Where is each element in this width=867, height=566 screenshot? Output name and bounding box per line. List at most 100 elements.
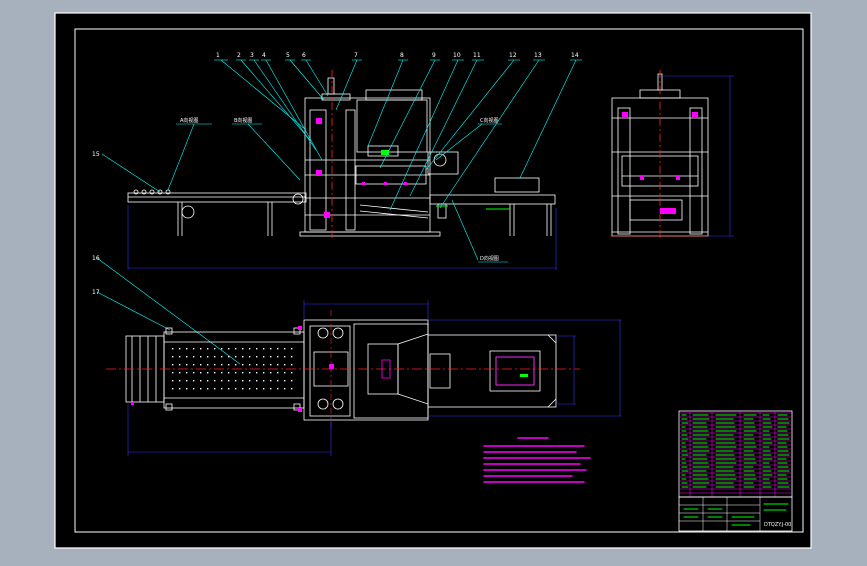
perforation-dot: [214, 364, 216, 366]
perforation-dot: [256, 388, 258, 390]
perforation-dot: [270, 380, 272, 382]
perforation-dot: [263, 388, 265, 390]
perforation-dot: [221, 388, 223, 390]
perforation-dot: [207, 364, 209, 366]
perforation-dot: [172, 364, 174, 366]
perforation-dot: [235, 356, 237, 358]
perforation-dot: [263, 380, 265, 382]
perforation-dot: [186, 372, 188, 374]
perforation-dot: [291, 356, 293, 358]
perforation-dot: [193, 380, 195, 382]
perforation-dot: [228, 372, 230, 374]
perforation-dot: [242, 372, 244, 374]
perforation-dot: [207, 372, 209, 374]
perforation-dot: [249, 388, 251, 390]
perforation-dot: [193, 388, 195, 390]
perforation-dot: [193, 356, 195, 358]
perforation-dot: [214, 388, 216, 390]
perforation-dot: [186, 364, 188, 366]
perforation-dot: [235, 348, 237, 350]
perforation-dot: [193, 372, 195, 374]
perforation-dot: [179, 388, 181, 390]
perforation-dot: [172, 372, 174, 374]
perforation-dot: [277, 348, 279, 350]
perforation-dot: [179, 348, 181, 350]
perforation-dot: [172, 380, 174, 382]
perforation-dot: [200, 364, 202, 366]
perforation-dot: [186, 380, 188, 382]
perforation-dot: [242, 364, 244, 366]
perforation-dot: [249, 372, 251, 374]
perforation-dot: [214, 356, 216, 358]
perforation-dot: [284, 388, 286, 390]
callout-3: 3: [250, 52, 254, 59]
perforation-dot: [249, 364, 251, 366]
perforation-dot: [207, 356, 209, 358]
perforation-dot: [179, 380, 181, 382]
perforation-dot: [228, 348, 230, 350]
perforation-dot: [284, 348, 286, 350]
perforation-dot: [263, 356, 265, 358]
perforation-dot: [263, 372, 265, 374]
perforation-dot: [179, 364, 181, 366]
perforation-dot: [263, 348, 265, 350]
svg-text:D向视图: D向视图: [480, 255, 499, 262]
perforation-dot: [249, 356, 251, 358]
perforation-dot: [270, 356, 272, 358]
perforation-dot: [270, 364, 272, 366]
perforation-dot: [221, 372, 223, 374]
callout-10: 10: [453, 52, 461, 59]
perforation-dot: [200, 380, 202, 382]
perforation-dot: [200, 388, 202, 390]
callout-11: 11: [473, 52, 481, 59]
callout-6: 6: [302, 52, 306, 59]
perforation-dot: [291, 348, 293, 350]
perforation-dot: [207, 348, 209, 350]
perforation-dot: [270, 388, 272, 390]
perforation-dot: [277, 380, 279, 382]
perforation-dot: [249, 380, 251, 382]
perforation-dot: [284, 372, 286, 374]
perforation-dot: [277, 364, 279, 366]
perforation-dot: [172, 348, 174, 350]
callout-2: 2: [237, 52, 241, 59]
perforation-dot: [186, 356, 188, 358]
perforation-dot: [228, 356, 230, 358]
perforation-dot: [277, 372, 279, 374]
perforation-dot: [186, 348, 188, 350]
perforation-dot: [172, 388, 174, 390]
perforation-dot: [235, 380, 237, 382]
perforation-dot: [221, 348, 223, 350]
perforation-dot: [221, 380, 223, 382]
perforation-dot: [242, 356, 244, 358]
perforation-dot: [186, 388, 188, 390]
drawing-sheet: A向视图 B向视图 C向视图 D向视图 1 2 3 4 5 6 7 8 9 10…: [54, 12, 812, 549]
perforation-dot: [179, 356, 181, 358]
perforation-dot: [291, 364, 293, 366]
cad-drawing-viewport: A向视图 B向视图 C向视图 D向视图 1 2 3 4 5 6 7 8 9 10…: [0, 0, 867, 562]
callout-7: 7: [354, 52, 358, 59]
perforation-dot: [277, 356, 279, 358]
perforation-dot: [200, 372, 202, 374]
drawing-number: DTQZY.J-00: [764, 522, 791, 528]
perforation-dot: [221, 364, 223, 366]
callout-4: 4: [262, 52, 266, 59]
callout-1: 1: [216, 52, 220, 59]
perforation-dot: [207, 388, 209, 390]
perforation-dot: [256, 348, 258, 350]
callout-12: 12: [509, 52, 517, 59]
perforation-dot: [179, 372, 181, 374]
perforation-dot: [228, 380, 230, 382]
perforation-dot: [242, 380, 244, 382]
callout-15: 15: [92, 151, 100, 158]
perforation-dot: [214, 380, 216, 382]
perforation-dot: [228, 388, 230, 390]
callout-8: 8: [400, 52, 404, 59]
perforation-dot: [193, 364, 195, 366]
perforation-dot: [242, 388, 244, 390]
callout-16: 16: [92, 255, 100, 262]
perforation-dot: [200, 348, 202, 350]
perforation-dot: [214, 348, 216, 350]
callout-5: 5: [286, 52, 290, 59]
callout-17: 17: [92, 289, 100, 296]
